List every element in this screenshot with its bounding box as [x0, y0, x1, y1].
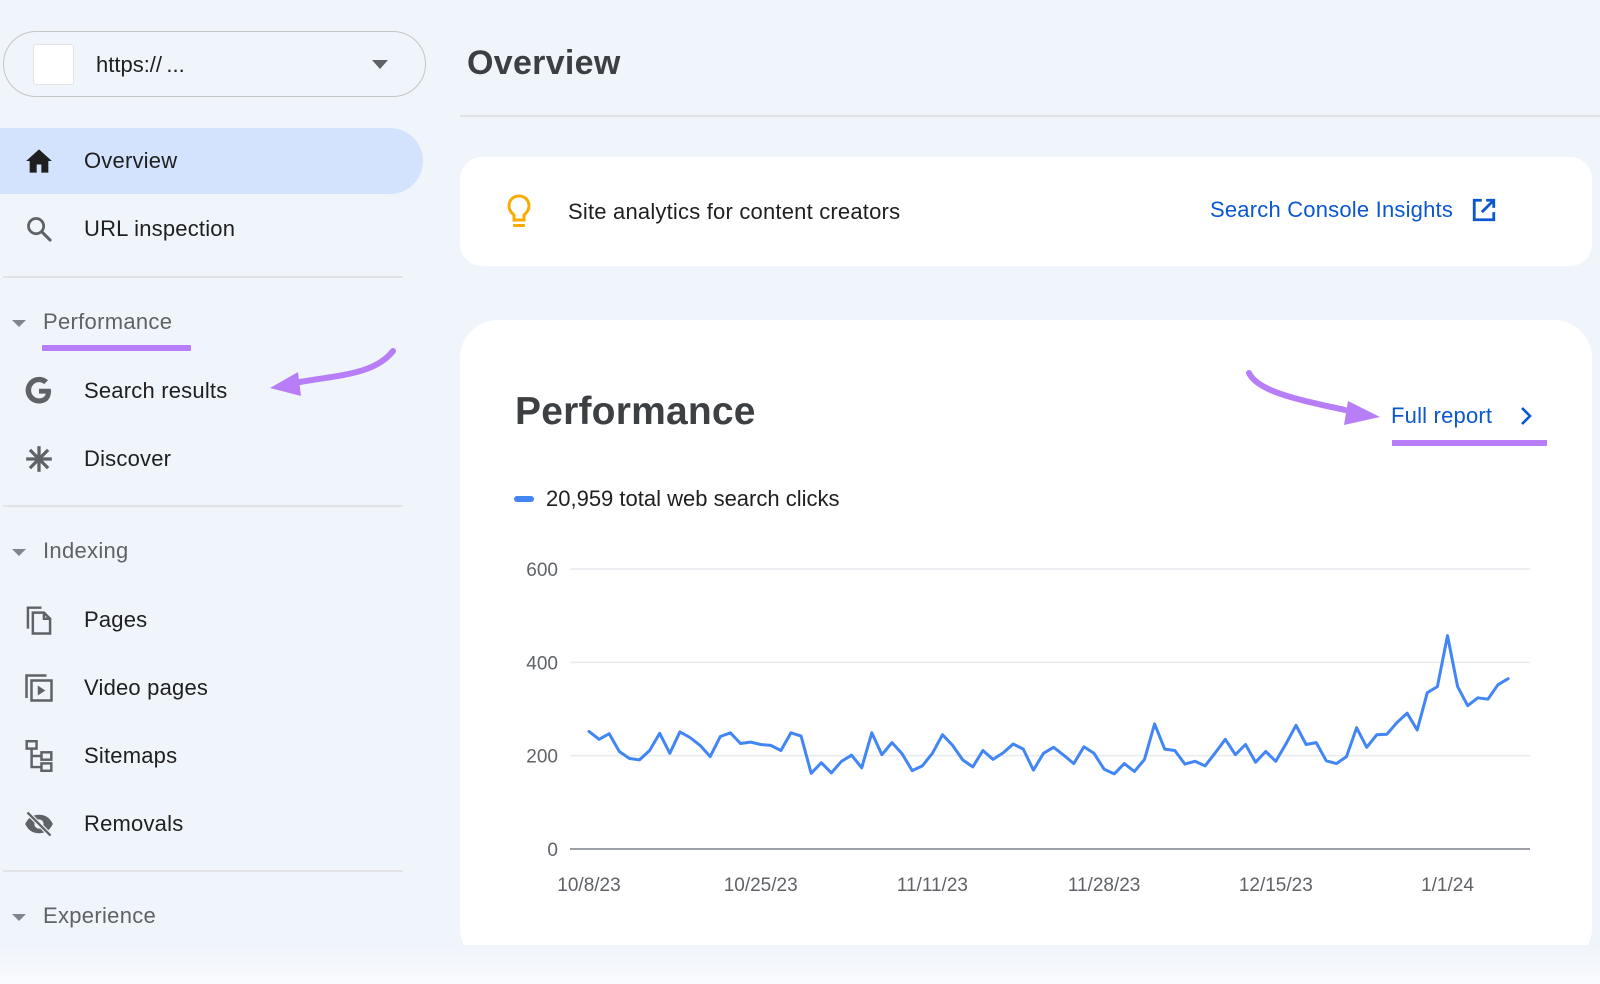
y-tick-label: 600	[526, 560, 558, 581]
clicks-line-chart: 0 200 400 600 10/8/23 10/25/23 11/11/23 11/28/2…	[526, 560, 1530, 896]
x-tick-label: 10/8/23	[557, 875, 620, 896]
y-tick-label: 200	[526, 747, 558, 768]
x-tick-label: 10/25/23	[724, 875, 798, 896]
bottom-fade	[0, 945, 1600, 984]
x-tick-label: 1/1/24	[1421, 875, 1474, 896]
x-tick-label: 11/28/23	[1068, 875, 1141, 896]
x-tick-label: 11/11/23	[897, 875, 968, 896]
x-tick-label: 12/15/23	[1239, 875, 1313, 896]
y-tick-label: 400	[526, 653, 558, 674]
series-line-clicks	[587, 634, 1510, 776]
y-tick-label: 0	[547, 840, 558, 861]
